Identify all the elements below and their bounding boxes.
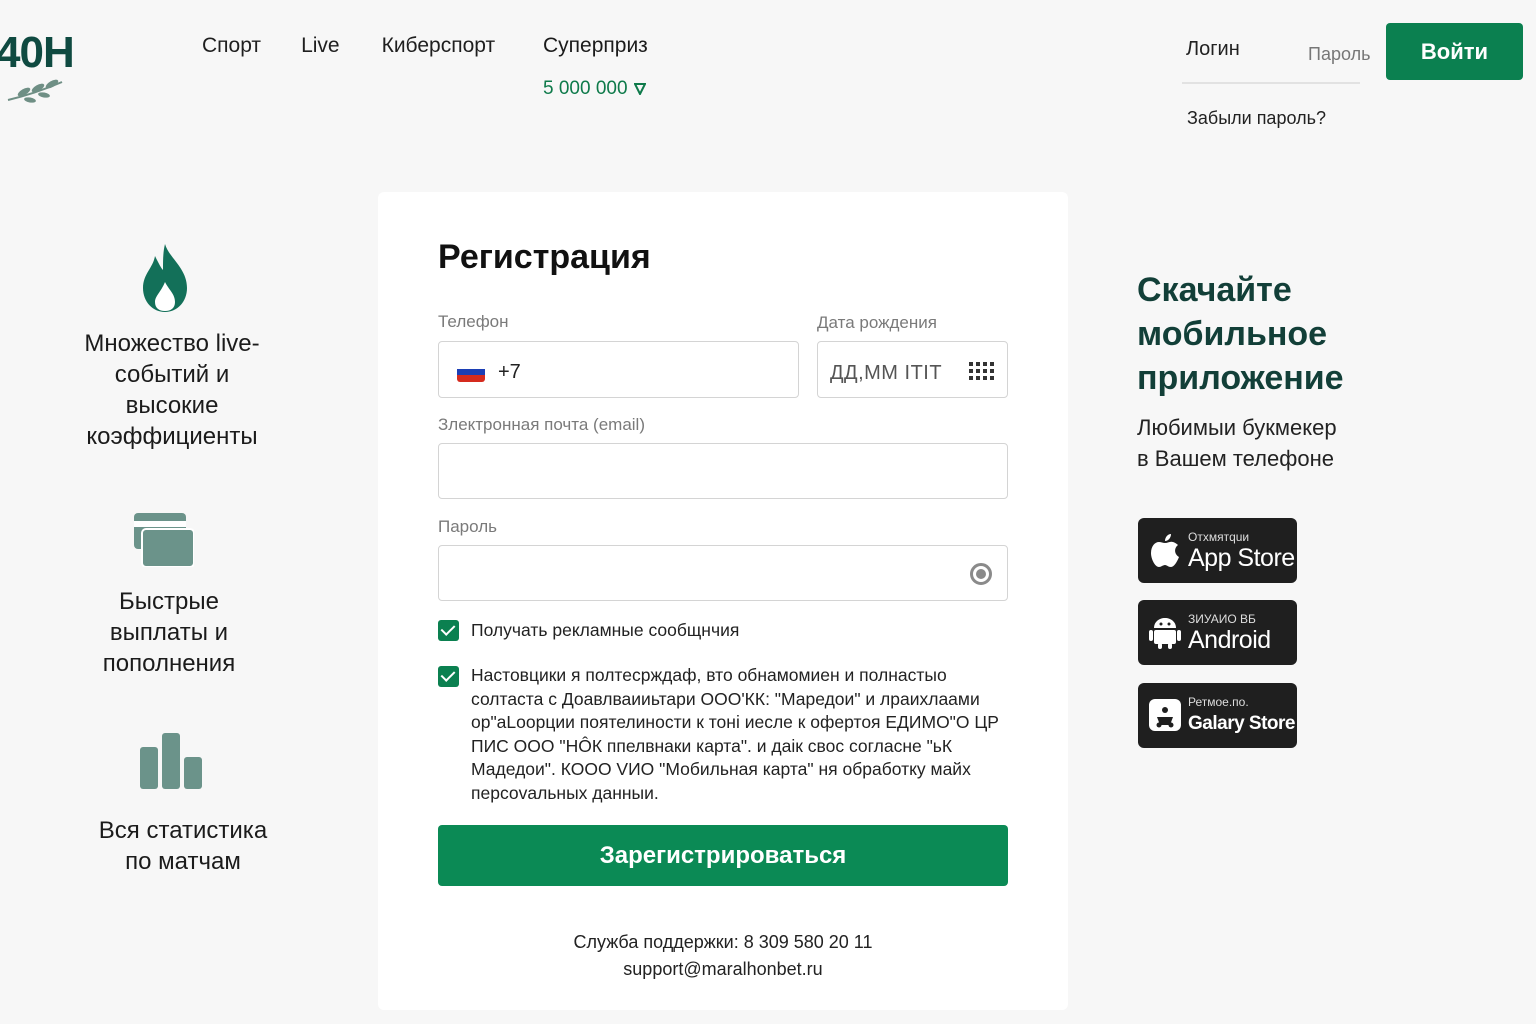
login-input[interactable]: Логин	[1186, 38, 1240, 61]
marketing-checkbox-label: Получать рекламные сообщнчия	[471, 620, 740, 640]
flame-icon	[143, 244, 187, 312]
app-title-line-2: мобильное	[1137, 315, 1328, 353]
register-button[interactable]: Зарегистрироваться	[438, 825, 1008, 886]
marketing-checkbox[interactable]	[438, 620, 459, 641]
main-nav: Спорт Live Киберспорт	[202, 34, 495, 58]
app-subtitle-line-1: Любимыи букмекер	[1137, 415, 1337, 440]
galaxy-store-icon	[1149, 699, 1181, 731]
terms-checkbox[interactable]	[438, 666, 459, 687]
support-email[interactable]: support@maralhonbet.ru	[378, 959, 1068, 980]
login-button[interactable]: Войти	[1386, 23, 1523, 80]
email-input[interactable]	[438, 443, 1008, 499]
phone-input[interactable]: +7	[438, 341, 799, 398]
app-store-button[interactable]: Отхмятquи App Store	[1138, 518, 1297, 583]
app-store-name: App Store	[1188, 544, 1295, 572]
android-icon	[1149, 618, 1181, 649]
email-label: Злектронная почта (email)	[438, 415, 645, 434]
birth-date-placeholder: ДД,ММ ITIT	[830, 362, 943, 384]
app-title-line-3: приложение	[1137, 359, 1344, 397]
android-small-text: ЗИУАИО ВБ	[1188, 612, 1256, 626]
forgot-password-link[interactable]: Забыли пароль?	[1187, 108, 1326, 129]
password-input-field[interactable]	[438, 545, 1008, 601]
russia-flag-icon[interactable]	[457, 362, 485, 382]
phone-label: Телефон	[438, 312, 509, 331]
registration-card: Регистрация Телефон +7 Дата рождения ДД,…	[378, 192, 1068, 1010]
feature-statistics: Вся статистика по матчам	[98, 817, 268, 875]
nav-sport[interactable]: Спорт	[202, 34, 261, 58]
password-input[interactable]: Пароль	[1308, 44, 1370, 65]
superprize-amount-value: 5 000 000	[543, 78, 628, 99]
apple-icon	[1151, 534, 1179, 567]
app-store-small-text: Отхмятquи	[1188, 530, 1250, 544]
app-title-line-1: Скачайте	[1137, 271, 1292, 309]
logo-text: 40H	[0, 28, 75, 77]
birth-date-input[interactable]: ДД,ММ ITIT	[817, 341, 1008, 398]
superprize-amount: 5 000 000	[543, 78, 646, 100]
bar-chart-icon	[140, 733, 202, 789]
nav-live[interactable]: Live	[301, 34, 340, 58]
terms-checkbox-label: Настовцики я полтесрждаф, вто обнамомиен…	[471, 665, 999, 803]
password-label: Пароль	[438, 517, 497, 536]
calendar-icon[interactable]	[969, 362, 994, 380]
login-form-field[interactable]: Логин Пароль	[1182, 36, 1370, 84]
birth-date-label: Дата рождения	[817, 313, 937, 332]
triangle-down-icon	[633, 83, 646, 95]
app-download-title: Скачайте мобильное приложение	[1137, 268, 1344, 400]
leaf-branch-icon	[7, 79, 63, 103]
feature-fast-payouts: Быстрые выплаты и пополнения	[102, 588, 236, 677]
galaxy-store-button[interactable]: Ретмое.по. Galary Store	[1138, 683, 1297, 748]
cards-icon	[134, 513, 194, 567]
feature-live-events: Множество live-событий и высокие коэффиц…	[84, 330, 260, 450]
support-phone: Служба поддержки: 8 309 580 20 11	[573, 932, 873, 952]
show-password-icon[interactable]	[970, 563, 992, 585]
registration-title: Регистрация	[438, 238, 651, 276]
nav-esports[interactable]: Киберспорт	[382, 34, 496, 58]
galaxy-store-name: Galary Store	[1188, 713, 1296, 734]
logo[interactable]: 40H	[0, 28, 100, 108]
app-download-subtitle: Любимыи букмекер в Вашем телефоне	[1137, 412, 1337, 474]
android-button[interactable]: ЗИУАИО ВБ Android	[1138, 600, 1297, 665]
app-subtitle-line-2: в Вашем телефоне	[1137, 446, 1334, 471]
phone-prefix: +7	[498, 361, 521, 383]
nav-superprize[interactable]: Суперприз	[543, 34, 648, 58]
android-store-name: Android	[1188, 626, 1271, 654]
galaxy-small-text: Ретмое.по.	[1188, 695, 1249, 709]
